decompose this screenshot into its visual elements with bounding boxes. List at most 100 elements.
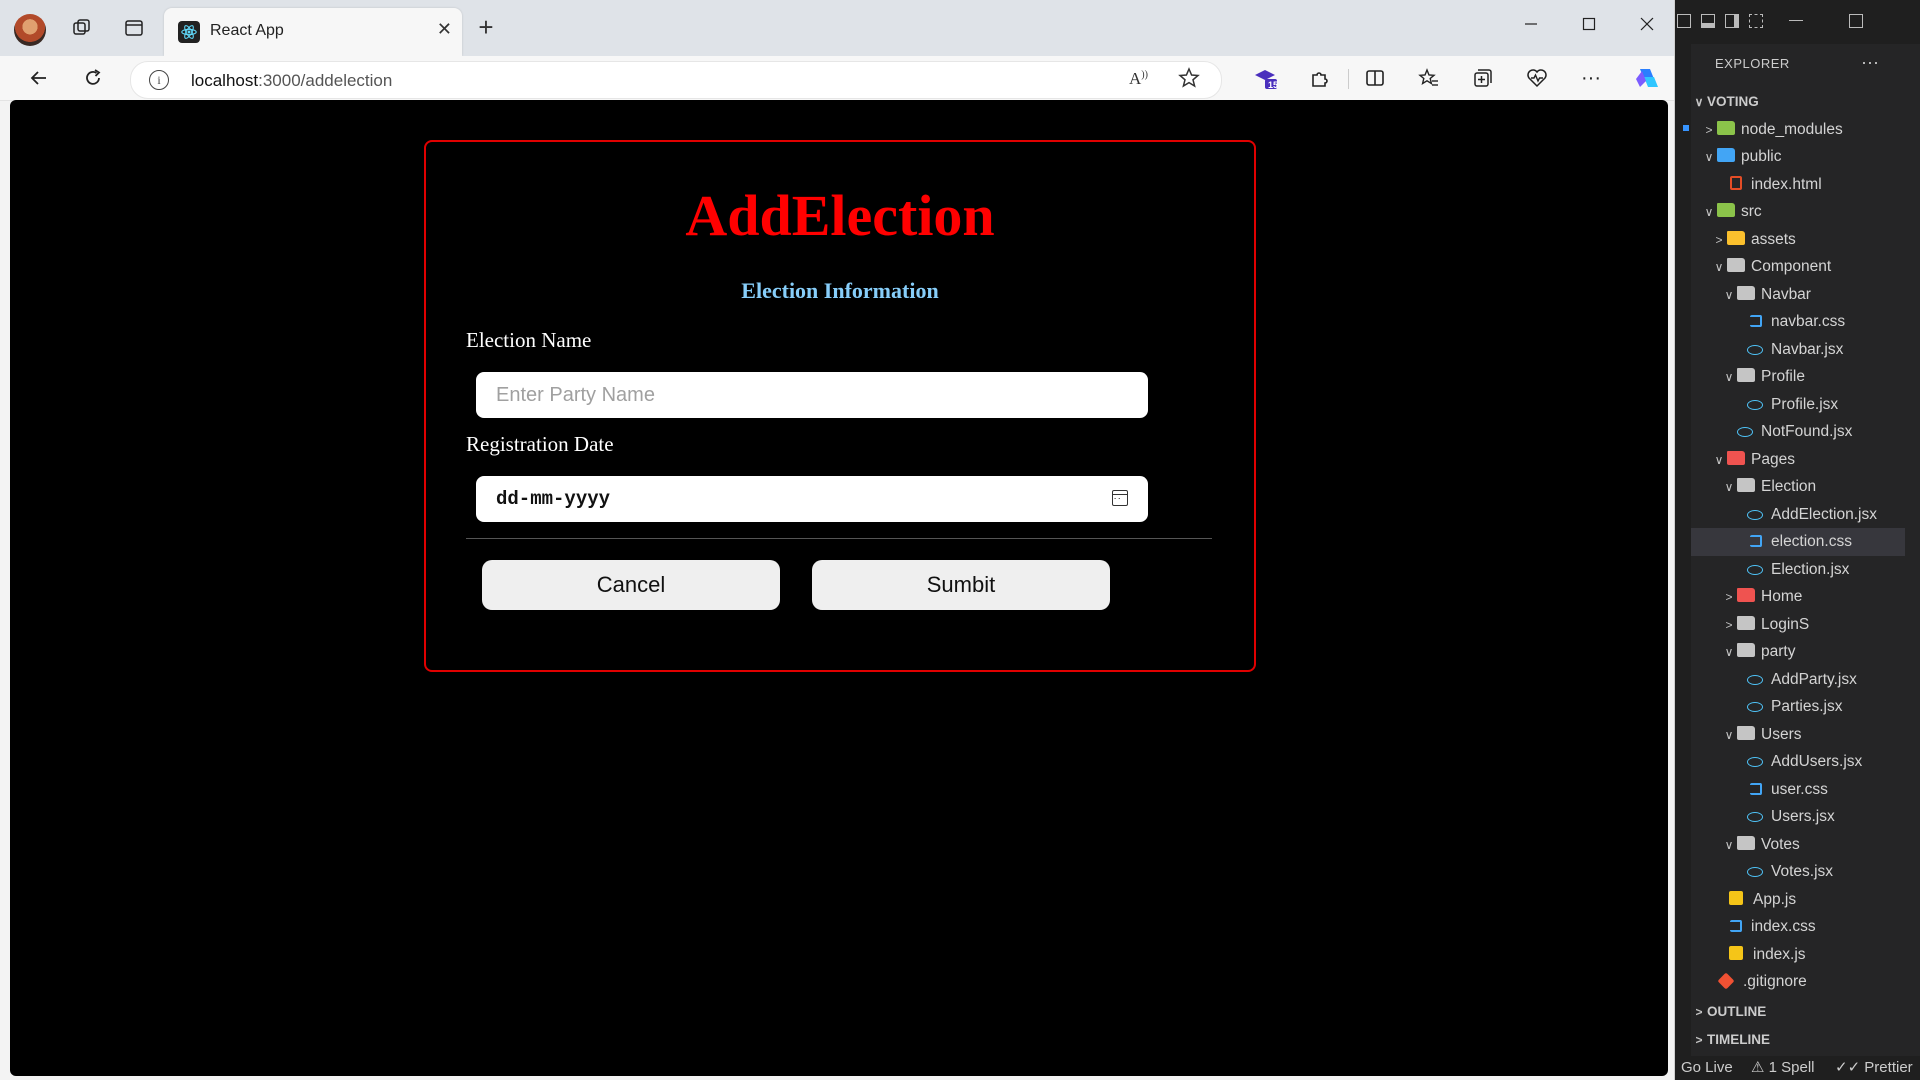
more-options-icon[interactable]: ··· xyxy=(1574,62,1608,94)
status-spell[interactable]: ⚠ 1 Spell xyxy=(1751,1056,1814,1080)
address-bar[interactable]: i localhost:3000/addelection A)) xyxy=(130,61,1222,99)
tree-file[interactable]: Votes.jsx xyxy=(1691,858,1905,886)
react-icon xyxy=(1747,674,1763,685)
tree-file[interactable]: index.css xyxy=(1691,913,1905,941)
favorite-star-icon[interactable] xyxy=(1177,66,1201,95)
performance-icon[interactable] xyxy=(1520,62,1554,94)
extension-badge-icon[interactable]: 15 xyxy=(1248,62,1282,94)
date-placeholder-text: dd-mm-yyyy xyxy=(496,488,611,510)
workspaces-icon[interactable] xyxy=(66,12,98,44)
react-icon xyxy=(1747,702,1763,712)
chevron-down-icon: ∨ xyxy=(1704,150,1714,164)
tree-file[interactable]: Users.jsx xyxy=(1691,803,1905,831)
minimize-icon[interactable] xyxy=(1508,8,1554,40)
tree-file[interactable]: AddUsers.jsx xyxy=(1691,748,1905,776)
tree-item-label: Component xyxy=(1751,258,1832,275)
chevron-right-icon: > xyxy=(1725,617,1733,632)
tree-item-label: Votes xyxy=(1761,835,1800,853)
chevron-right-icon: > xyxy=(1725,590,1733,604)
read-aloud-icon[interactable]: A)) xyxy=(1129,69,1148,89)
favorites-icon[interactable] xyxy=(1412,62,1446,94)
tree-folder[interactable]: ∨ Navbar xyxy=(1691,281,1905,309)
tree-folder[interactable]: ∨ src xyxy=(1691,198,1905,226)
new-tab-button[interactable]: + xyxy=(470,12,502,44)
extensions-icon[interactable] xyxy=(1302,62,1336,94)
tree-folder[interactable]: ∨ Votes xyxy=(1691,831,1905,859)
tree-file[interactable]: AddElection.jsx xyxy=(1691,501,1905,529)
submit-button[interactable]: Sumbit xyxy=(812,560,1110,610)
tree-folder[interactable]: ∨ Pages xyxy=(1691,446,1905,474)
tree-item-label: Profile xyxy=(1761,368,1805,385)
tab-actions-icon[interactable] xyxy=(118,12,150,44)
tree-file[interactable]: index.html xyxy=(1691,171,1905,199)
tree-folder[interactable]: > node_modules xyxy=(1691,116,1905,144)
profile-avatar[interactable] xyxy=(14,14,46,46)
explorer-more-icon[interactable]: ··· xyxy=(1861,52,1879,73)
tree-file[interactable]: user.css xyxy=(1691,776,1905,804)
vscode-maximize-icon[interactable] xyxy=(1849,14,1863,28)
collections-icon[interactable] xyxy=(1466,62,1500,94)
workspace-root[interactable]: ∨ VOTING xyxy=(1691,88,1905,116)
file-tree: ∨ VOTING > node_modules ∨ public index.html ∨ sr… xyxy=(1691,88,1905,996)
tree-folder[interactable]: ∨ Election xyxy=(1691,473,1905,501)
react-icon xyxy=(1747,867,1763,877)
vscode-titlebar xyxy=(1675,0,1920,44)
tree-file[interactable]: election.css xyxy=(1691,528,1905,556)
tree-folder[interactable]: ∨ party xyxy=(1691,638,1905,666)
status-prettier[interactable]: ✓✓ Prettier xyxy=(1835,1056,1913,1080)
tree-file[interactable]: .gitignore xyxy=(1691,968,1905,996)
status-go-live[interactable]: Go Live xyxy=(1681,1056,1733,1080)
chevron-down-icon: ∨ xyxy=(1724,837,1734,852)
tree-file[interactable]: navbar.css xyxy=(1691,308,1905,336)
timeline-section[interactable]: > TIMELINE xyxy=(1691,1026,1770,1054)
tree-folder[interactable]: > LoginS xyxy=(1691,611,1905,639)
maximize-icon[interactable] xyxy=(1566,8,1612,40)
outline-section[interactable]: > OUTLINE xyxy=(1691,998,1766,1026)
tree-file[interactable]: Navbar.jsx xyxy=(1691,336,1905,364)
folder-icon xyxy=(1737,725,1755,740)
registration-date-label: Registration Date xyxy=(466,432,614,456)
chevron-right-icon: > xyxy=(1695,1005,1703,1019)
tree-file[interactable]: App.js xyxy=(1691,886,1905,914)
customize-layout-icon[interactable] xyxy=(1749,14,1763,28)
tree-file[interactable]: AddParty.jsx xyxy=(1691,666,1905,694)
election-name-label: Election Name xyxy=(466,328,592,352)
back-icon[interactable] xyxy=(22,62,56,94)
tree-file[interactable]: Election.jsx xyxy=(1691,556,1905,584)
close-window-icon[interactable] xyxy=(1624,8,1670,40)
tab-close-icon[interactable]: ✕ xyxy=(437,19,452,40)
tree-item-label: Pages xyxy=(1751,450,1795,468)
copilot-icon[interactable] xyxy=(1630,62,1664,94)
election-name-input[interactable] xyxy=(476,372,1148,418)
tree-item-label: Home xyxy=(1761,588,1803,605)
split-screen-icon[interactable] xyxy=(1358,62,1392,94)
refresh-icon[interactable] xyxy=(76,62,110,94)
toggle-primary-sidebar-icon[interactable] xyxy=(1677,14,1691,28)
site-info-icon[interactable]: i xyxy=(149,70,169,90)
react-icon xyxy=(1747,757,1763,767)
calendar-icon[interactable] xyxy=(1112,490,1128,506)
tree-file[interactable]: Profile.jsx xyxy=(1691,391,1905,419)
tree-file[interactable]: Parties.jsx xyxy=(1691,693,1905,721)
tree-file[interactable]: index.js xyxy=(1691,941,1905,969)
tree-folder[interactable]: ∨ Users xyxy=(1691,721,1905,749)
tab-react-app[interactable]: React App ✕ xyxy=(164,8,462,56)
tree-folder[interactable]: ∨ Component xyxy=(1691,253,1905,281)
toggle-panel-icon[interactable] xyxy=(1701,14,1715,28)
tree-item-label: NotFound.jsx xyxy=(1761,423,1853,440)
chevron-down-icon: ∨ xyxy=(1714,452,1724,467)
tree-file[interactable]: NotFound.jsx xyxy=(1691,418,1905,446)
browser-window: React App ✕ + i localhost:3000/addelecti… xyxy=(0,0,1675,1080)
cancel-button[interactable]: Cancel xyxy=(482,560,780,610)
registration-date-input[interactable]: dd-mm-yyyy xyxy=(476,476,1148,522)
tree-folder[interactable]: ∨ public xyxy=(1691,143,1905,171)
toggle-secondary-sidebar-icon[interactable] xyxy=(1725,14,1739,28)
css-icon xyxy=(1750,782,1762,795)
tree-folder[interactable]: ∨ Profile xyxy=(1691,363,1905,391)
vscode-minimize-icon[interactable] xyxy=(1789,20,1803,21)
tree-folder[interactable]: > Home xyxy=(1691,583,1905,611)
tree-item-label: Election.jsx xyxy=(1771,560,1850,578)
tree-folder[interactable]: > assets xyxy=(1691,226,1905,254)
folder-icon xyxy=(1737,615,1755,630)
js-icon xyxy=(1729,890,1743,905)
